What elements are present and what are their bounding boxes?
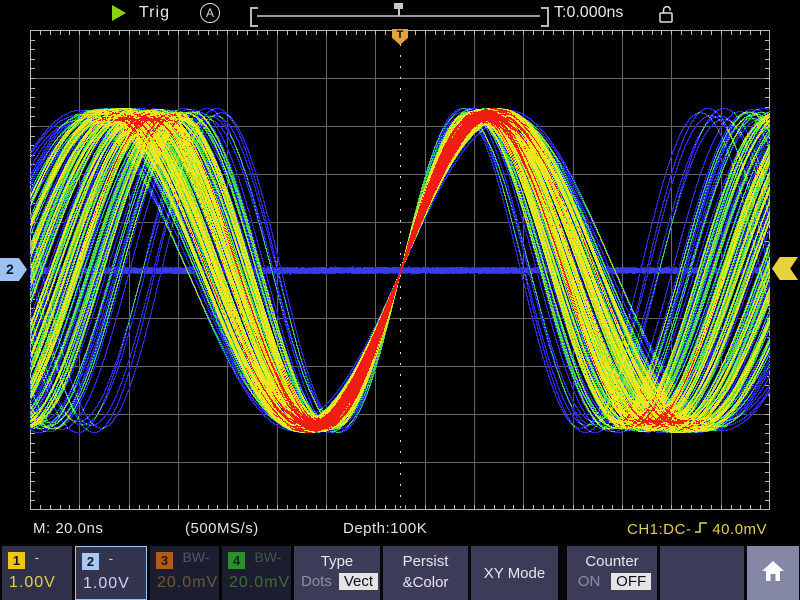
unlock-icon[interactable]	[657, 3, 675, 30]
channel-1-badge: 1	[8, 552, 25, 569]
channel-3-scale: 20.0mV	[157, 574, 218, 592]
trigger-level-readout: 40.0mV	[712, 521, 767, 538]
top-status-bar: Trig A T:0.000ns	[0, 0, 800, 28]
ch2-zero-level-marker[interactable]: 2	[0, 258, 27, 281]
menu-persist-color-button[interactable]: Persist &Color	[383, 546, 468, 600]
home-icon	[759, 558, 787, 589]
channel-2-scale: 1.00V	[83, 575, 130, 593]
xy-mode-label: XY Mode	[471, 546, 558, 600]
trigger-source-coupling: CH1:DC-	[627, 521, 691, 538]
type-option-dots[interactable]: Dots	[296, 573, 337, 590]
channel-2-coupling: -	[108, 550, 113, 566]
home-button[interactable]	[747, 546, 799, 600]
menu-xy-mode-button[interactable]: XY Mode	[471, 546, 558, 600]
channel-1-coupling: -	[34, 549, 39, 565]
depth-readout: Depth:100K	[343, 520, 427, 537]
menu-counter-button[interactable]: Counter ON OFF	[567, 546, 657, 600]
channel-4-badge: 4	[228, 552, 245, 569]
trig-status-label: Trig	[139, 4, 170, 22]
auto-trigger-mode-icon: A	[200, 3, 220, 23]
channel-1-scale: 1.00V	[9, 574, 56, 592]
trigger-readout: CH1:DC- 40.0mV	[627, 520, 767, 539]
waveform-display	[30, 28, 770, 510]
menu-type-button[interactable]: Type Dots Vect	[294, 546, 380, 600]
persist-label-line1: Persist	[383, 553, 468, 570]
trigger-level-marker[interactable]	[772, 257, 798, 280]
timebase-readout: M: 20.0ns	[33, 520, 103, 537]
rising-edge-icon	[694, 520, 709, 539]
counter-option-on[interactable]: ON	[573, 573, 606, 590]
channel-panel-3[interactable]: 3 BW- 20.0mV	[150, 546, 219, 600]
counter-title: Counter	[567, 553, 657, 570]
counter-option-off[interactable]: OFF	[611, 573, 651, 590]
channel-panel-2[interactable]: 2 - 1.00V	[75, 546, 147, 600]
run-state-play-icon	[112, 5, 126, 21]
memory-bar-right-bracket	[541, 7, 549, 27]
channel-4-scale: 20.0mV	[229, 574, 290, 592]
sample-rate-readout: (500MS/s)	[185, 520, 259, 537]
menu-blank-panel	[660, 546, 744, 600]
channel-4-coupling: BW-	[254, 549, 281, 565]
type-option-vect[interactable]: Vect	[339, 573, 378, 590]
channel-panel-1[interactable]: 1 - 1.00V	[2, 546, 72, 600]
trigger-time-offset: T:0.000ns	[554, 4, 623, 22]
memory-window-marker-stem	[398, 9, 400, 16]
channel-3-badge: 3	[156, 552, 173, 569]
channel-2-badge: 2	[82, 553, 99, 570]
menu-type-title: Type	[294, 553, 380, 570]
channel-panel-4[interactable]: 4 BW- 20.0mV	[222, 546, 291, 600]
channel-3-coupling: BW-	[182, 549, 209, 565]
memory-bar-left-bracket	[250, 7, 258, 27]
persist-label-line2: &Color	[383, 574, 468, 591]
